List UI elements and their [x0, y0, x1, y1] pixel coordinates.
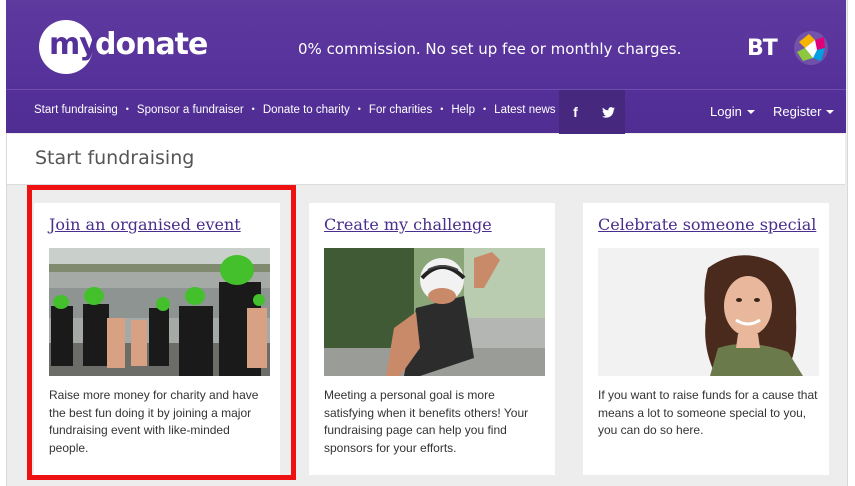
header-tagline: 0% commission. No set up fee or monthly … [298, 40, 682, 58]
woman-illustration [598, 248, 819, 376]
card-description: If you want to raise funds for a cause t… [598, 388, 818, 437]
card-title-link[interactable]: Join an organised event [49, 215, 241, 234]
card-celebrate-someone: Celebrate someone special If you want to… [583, 203, 829, 475]
card-description: Meeting a personal goal is more satisfyi… [324, 388, 529, 455]
card-create-challenge: Create my challenge Meeting a personal g… [309, 203, 555, 475]
cyclist-photo[interactable] [324, 248, 545, 376]
nav-links: Start fundraising • Sponsor a fundraiser • D… [34, 104, 556, 116]
page-title-bar: Start fundraising [7, 134, 845, 185]
main-navbar: Start fundraising • Sponsor a fundraiser • D… [6, 89, 846, 134]
nav-help[interactable]: Help [451, 104, 475, 116]
nav-separator: • [251, 104, 255, 114]
card-title-link[interactable]: Create my challenge [324, 215, 492, 234]
nav-separator: • [357, 104, 361, 114]
bt-logo-text: BT [747, 36, 778, 61]
nav-for-charities[interactable]: For charities [369, 104, 432, 116]
register-dropdown[interactable]: Register [773, 104, 835, 119]
card-title-link[interactable]: Celebrate someone special [598, 215, 816, 234]
bt-globe-icon [794, 31, 828, 65]
swimmers-illustration [49, 248, 270, 376]
open-water-swimmers-photo[interactable] [49, 248, 270, 376]
logo-donate-text: donate [95, 27, 208, 62]
chevron-down-icon [826, 110, 835, 114]
nav-start-fundraising[interactable]: Start fundraising [34, 104, 118, 116]
nav-latest-news[interactable]: Latest news [494, 104, 555, 116]
nav-sponsor-fundraiser[interactable]: Sponsor a fundraiser [137, 104, 244, 116]
smiling-woman-photo[interactable] [598, 248, 819, 376]
logo-my-text: my [49, 27, 99, 62]
facebook-icon[interactable]: f [559, 90, 592, 134]
twitter-bird-icon [602, 107, 615, 118]
card-organised-event: Join an organised event Raise more money… [34, 203, 280, 475]
page-title: Start fundraising [35, 147, 195, 169]
card-description: Raise more money for charity and have th… [49, 388, 259, 455]
nav-separator: • [125, 104, 129, 114]
cyclist-illustration [324, 248, 545, 376]
nav-separator: • [483, 104, 487, 114]
login-dropdown[interactable]: Login [710, 104, 755, 119]
nav-separator: • [440, 104, 444, 114]
chevron-down-icon [746, 110, 755, 114]
twitter-icon[interactable] [592, 90, 625, 134]
register-label: Register [773, 104, 822, 119]
login-label: Login [710, 104, 742, 119]
nav-donate-to-charity[interactable]: Donate to charity [263, 104, 350, 116]
